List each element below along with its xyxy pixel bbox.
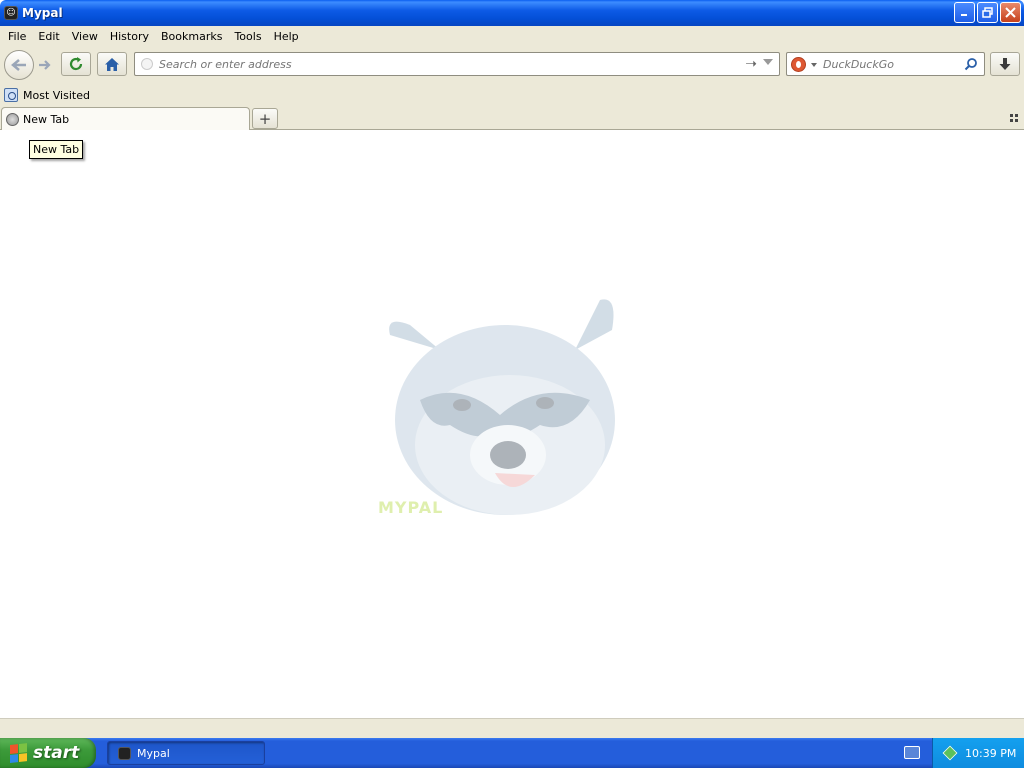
history-dropdown-icon[interactable] (763, 59, 773, 65)
raccoon-logo: MYPAL (370, 295, 630, 528)
menu-file-label: File (8, 29, 27, 43)
bookmark-most-visited[interactable]: Most Visited (4, 88, 90, 102)
system-tray: 10:39 PM (932, 738, 1024, 768)
search-icon[interactable] (964, 57, 978, 74)
reload-button[interactable] (61, 52, 91, 76)
page-content[interactable]: MYPAL (0, 130, 1024, 718)
forward-arrow-icon (39, 60, 51, 70)
window-title: Mypal (22, 6, 63, 20)
menu-tools[interactable]: Tools (228, 30, 267, 43)
close-button[interactable] (1000, 2, 1021, 23)
close-icon (1005, 7, 1016, 18)
network-icon[interactable] (942, 745, 958, 761)
home-button[interactable] (97, 52, 127, 76)
tab-strip: New Tab + (0, 106, 1024, 130)
back-button[interactable] (4, 50, 34, 80)
menu-history[interactable]: History (104, 30, 155, 43)
menu-tools-label: Tools (234, 29, 262, 43)
site-identity-icon[interactable] (141, 58, 153, 70)
menu-history-label: History (109, 29, 149, 43)
new-tab-button[interactable]: + (252, 108, 278, 129)
back-arrow-icon (11, 59, 26, 71)
menu-bar: File Edit View History Bookmarks Tools H… (0, 26, 1024, 46)
engine-dropdown-icon[interactable] (811, 63, 817, 67)
restore-button[interactable] (977, 2, 998, 23)
duckduckgo-engine-icon[interactable] (791, 57, 806, 72)
menu-view[interactable]: View (66, 30, 104, 43)
status-bar (0, 718, 1024, 738)
minimize-button[interactable] (954, 2, 975, 23)
mypal-logo-text: MYPAL (378, 498, 444, 517)
search-input[interactable] (823, 56, 963, 72)
address-bar[interactable]: ➝ (134, 52, 780, 76)
menu-file[interactable]: File (2, 30, 32, 43)
mypal-app-icon[interactable]: ☺ (4, 6, 18, 20)
menu-view-label: View (71, 29, 98, 43)
minimize-icon (961, 14, 967, 16)
reload-icon (69, 57, 83, 71)
menu-edit-label: Edit (38, 29, 60, 43)
globe-icon (6, 112, 19, 126)
plus-icon: + (258, 109, 272, 128)
go-arrow-icon[interactable]: ➝ (745, 56, 757, 72)
search-bar[interactable] (786, 52, 985, 76)
menu-bookmarks[interactable]: Bookmarks (155, 30, 228, 43)
bookmark-most-visited-label: Most Visited (23, 88, 90, 102)
taskbar-window-label: Mypal (137, 746, 170, 760)
start-button[interactable]: start (0, 738, 96, 768)
most-visited-folder-icon (4, 88, 18, 102)
menu-help-label: Help (273, 29, 299, 43)
taskbar: start Mypal 10:39 PM (0, 738, 1024, 768)
address-input[interactable] (159, 56, 719, 72)
menu-help[interactable]: Help (268, 30, 305, 43)
navigation-toolbar: ➝ (0, 46, 1024, 84)
forward-button[interactable] (33, 54, 57, 76)
mypal-taskbar-icon (118, 746, 131, 760)
download-button[interactable] (990, 52, 1020, 76)
windows-flag-icon (10, 743, 28, 763)
home-icon (105, 57, 119, 71)
download-icon (999, 57, 1011, 70)
tab-tooltip: New Tab (29, 140, 84, 159)
window-title-bar[interactable]: ☺ Mypal (0, 0, 1024, 26)
keyboard-icon[interactable] (904, 746, 920, 759)
tab-label: New Tab (23, 112, 70, 126)
window-controls (954, 2, 1021, 23)
menu-edit[interactable]: Edit (32, 30, 65, 43)
tab-new-tab[interactable]: New Tab (1, 107, 250, 130)
taskbar-window-mypal[interactable]: Mypal (107, 741, 265, 765)
start-label: start (33, 743, 80, 763)
list-all-tabs-icon[interactable] (1010, 114, 1018, 122)
clock[interactable]: 10:39 PM (965, 747, 1016, 760)
menu-bookmarks-label: Bookmarks (160, 29, 223, 43)
restore-icon (982, 7, 993, 18)
bookmarks-toolbar: Most Visited (0, 84, 1024, 106)
